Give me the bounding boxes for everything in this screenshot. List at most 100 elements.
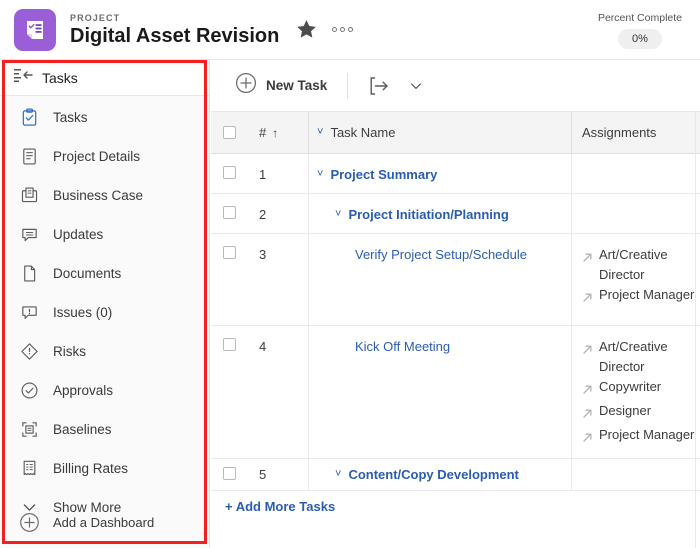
ellipsis-icon[interactable] [332,27,354,32]
column-header-assignments[interactable]: Assignments [572,112,700,153]
assignment-item[interactable]: Copywriter [582,377,700,401]
toolbar-chevron-down-icon[interactable] [408,78,424,94]
sidebar-item-label: Business Case [53,188,144,203]
assignment-item[interactable]: Art/Creative Director [582,337,700,377]
row-select-cell[interactable] [211,326,247,458]
percent-complete-value: 0% [618,28,662,49]
new-task-label: New Task [266,78,328,93]
task-name-link[interactable]: Content/Copy Development [348,466,518,483]
ellipsis-dot [348,27,354,32]
sidebar-header[interactable]: Tasks [0,60,209,96]
app-root: PROJECT Digital Asset Revision Percent C… [0,0,700,548]
sidebar-item-tasks[interactable]: Tasks [0,98,209,137]
row-task-name-cell: Verify Project Setup/Schedule [309,234,572,325]
row-chevron-down-icon[interactable]: ˅ [335,466,341,483]
assignment-item[interactable]: Designer [582,401,700,425]
row-chevron-down-icon[interactable]: ˅ [335,206,341,223]
table-row[interactable]: 2 ˅ Project Initiation/Planning [211,194,700,234]
row-select-cell[interactable] [211,154,247,193]
sidebar-item-label: Updates [53,227,104,242]
assignment-arrow-icon [582,429,593,449]
column-header-number[interactable]: # ↑ [247,112,309,153]
sort-ascending-icon[interactable]: ↑ [272,126,278,140]
sidebar-item-label: Issues (0) [53,305,113,320]
sidebar-item-label: Tasks [53,110,88,125]
table-row[interactable]: 5 ˅ Content/Copy Development [211,459,700,491]
task-name-link[interactable]: Project Summary [330,166,437,183]
row-assignments-cell: Art/Creative Director Project Manager [572,234,700,325]
table-row[interactable]: 4 Kick Off Meeting Art/Creative Director [211,326,700,459]
sidebar-item-label: Billing Rates [53,461,129,476]
sidebar-item-label: Project Details [53,149,141,164]
row-number: 4 [259,339,267,354]
chevron-down-icon[interactable]: ˅ [317,124,323,141]
task-toolbar: New Task [211,60,700,112]
sidebar-item-updates[interactable]: Updates [0,215,209,254]
row-task-name-cell: ˅ Project Initiation/Planning [309,194,572,233]
row-checkbox[interactable] [222,166,236,179]
add-more-tasks-label[interactable]: + Add More Tasks [225,499,335,514]
assignment-item[interactable]: Project Manager [582,285,700,309]
toolbar-divider [347,72,349,99]
sidebar-item-project-details[interactable]: Project Details [0,137,209,176]
page-title: Digital Asset Revision [70,24,280,47]
assignment-label: Art/Creative Director [599,339,668,374]
sidebar-header-label: Tasks [42,69,78,86]
row-checkbox[interactable] [222,467,236,480]
assignment-item[interactable]: Art/Creative Director [582,245,700,285]
row-select-cell[interactable] [211,459,247,490]
sidebar-item-billing-rates[interactable]: Billing Rates [0,449,209,488]
row-chevron-down-icon[interactable]: ˅ [317,166,323,183]
column-header-task-name-label: Task Name [330,125,396,140]
sidebar-item-approvals[interactable]: Approvals [0,371,209,410]
table-row[interactable]: 1 ˅ Project Summary [211,154,700,194]
row-assignments-cell [572,459,700,490]
task-name-link[interactable]: Kick Off Meeting [355,338,450,355]
assignment-arrow-icon [582,341,593,361]
add-more-tasks-row[interactable]: + Add More Tasks [211,491,700,521]
sidebar-item-issues[interactable]: Issues (0) [0,293,209,332]
briefcase-doc-icon [18,185,40,207]
row-number-cell: 5 [247,459,309,490]
new-task-button[interactable]: New Task [235,72,327,99]
row-task-name-cell: ˅ Project Summary [309,154,572,193]
assignment-arrow-icon [582,405,593,425]
select-all-checkbox[interactable] [222,126,236,139]
baseline-frame-icon [18,419,40,441]
favorite-star-button[interactable] [295,18,318,41]
row-checkbox[interactable] [222,246,236,259]
task-name-link[interactable]: Verify Project Setup/Schedule [355,246,527,263]
row-select-cell[interactable] [211,234,247,325]
collapse-menu-icon[interactable] [14,68,33,88]
assignment-label: Copywriter [599,379,662,394]
table-row[interactable]: 3 Verify Project Setup/Schedule Art/Crea… [211,234,700,326]
sidebar-item-risks[interactable]: Risks [0,332,209,371]
ellipsis-dot [332,27,338,32]
sidebar-item-business-case[interactable]: Business Case [0,176,209,215]
select-all-cell[interactable] [211,112,247,153]
row-number: 2 [259,207,267,222]
assignment-label: Designer [599,403,652,418]
row-number: 1 [259,167,267,182]
row-checkbox[interactable] [222,206,236,219]
row-task-name-cell: Kick Off Meeting [309,326,572,458]
task-name-link[interactable]: Project Initiation/Planning [348,206,508,223]
plus-circle-icon [235,72,257,99]
row-select-cell[interactable] [211,194,247,233]
row-number-cell: 3 [247,234,309,325]
assignment-item[interactable]: Project Manager [582,425,700,449]
project-checklist-icon [14,8,56,51]
comment-lines-icon [18,224,40,246]
sidebar-item-documents[interactable]: Documents [0,254,209,293]
add-dashboard-button[interactable]: Add a Dashboard [0,502,210,542]
sidebar-item-label: Documents [53,266,122,281]
column-header-task-name[interactable]: ˅ Task Name [309,112,572,153]
task-table: # ↑ ˅ Task Name Assignments 1 ˅ Project … [211,112,700,521]
sidebar-item-label: Approvals [53,383,114,398]
convert-arrow-icon[interactable] [368,76,392,96]
row-checkbox[interactable] [222,338,236,351]
row-number-cell: 2 [247,194,309,233]
sidebar-item-baselines[interactable]: Baselines [0,410,209,449]
header-titles: PROJECT Digital Asset Revision [70,12,279,48]
ellipsis-dot [340,27,346,32]
